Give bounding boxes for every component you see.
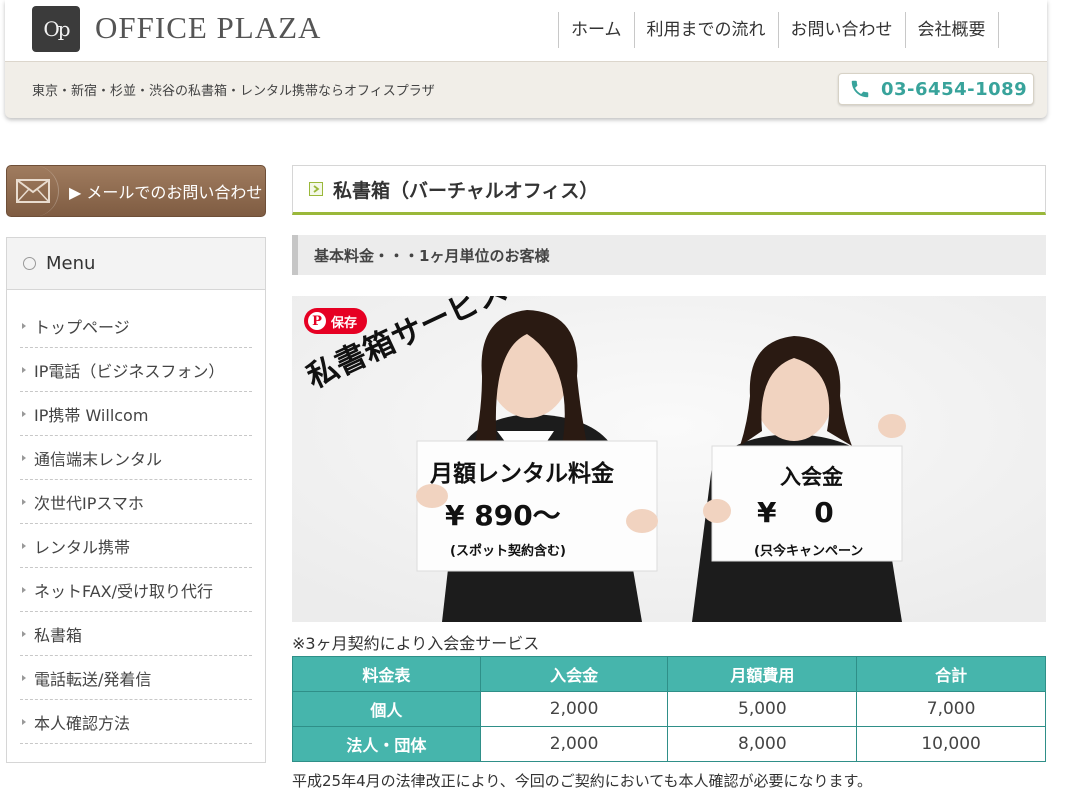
table-header-cell: 入会金 [479,656,669,692]
phone-icon [851,80,869,98]
sidebar-item-label: 本人確認方法 [34,713,131,733]
site-header: Op OFFICE PLAZA ホーム 利用までの流れ お問い合わせ 会社概要 … [5,0,1047,118]
triangle-right-icon [22,542,26,549]
table-header-cell: 料金表 [292,656,481,692]
pinterest-save-label: 保存 [331,315,358,331]
triangle-right-icon [22,586,26,593]
campaign-note: ※3ヶ月契約により入会金サービス [292,634,540,653]
table-cell: 5,000 [667,691,858,727]
sidebar-item-top[interactable]: トップページ [20,304,252,348]
sidebar-item-label: IP携帯 Willcom [34,405,149,425]
circle-icon [23,257,36,270]
table-row: 法人・団体 2,000 8,000 10,000 [292,726,1046,762]
header-top-bar: Op OFFICE PLAZA ホーム 利用までの流れ お問い合わせ 会社概要 [5,0,1047,62]
legal-notice-text: 平成25年4月の法律改正により、今回のご契約においても本人確認が必要になります。 [292,772,873,790]
menu-header: Menu [7,238,265,290]
sidebar-item-label: レンタル携帯 [34,537,131,557]
table-row-header: 法人・団体 [292,726,481,762]
logo-text[interactable]: OFFICE PLAZA [95,10,321,46]
sidebar-item-label: ネットFAX/受け取り代行 [34,581,214,601]
logo-mark[interactable]: Op [32,6,80,52]
nav-flow[interactable]: 利用までの流れ [633,12,778,48]
page-title-bar: 私書箱（バーチャルオフィス） [292,165,1046,215]
pinterest-icon: P [308,312,326,330]
table-row: 個人 2,000 5,000 7,000 [292,691,1046,727]
table-header-cell: 合計 [856,656,1046,692]
nav-home[interactable]: ホーム [558,12,634,48]
triangle-right-icon [22,322,26,329]
sidebar-menu: Menu トップページ IP電話（ビジネスフォン） IP携帯 Willcom 通… [6,237,266,763]
sign2-price: ¥ 0 [757,496,834,529]
sidebar-item-label: IP電話（ビジネスフォン） [34,361,225,381]
sign1-note: (スポット契約含む) [450,544,566,559]
table-cell: 8,000 [667,726,858,762]
sidebar-item-net-fax[interactable]: ネットFAX/受け取り代行 [20,568,252,612]
sidebar-item-po-box[interactable]: 私書箱 [20,612,252,656]
triangle-right-icon [22,674,26,681]
sign2-title: 入会金 [780,465,843,489]
table-cell: 2,000 [479,726,669,762]
sidebar-item-ip-mobile[interactable]: IP携帯 Willcom [20,392,252,436]
chevron-right-icon [309,182,323,196]
table-cell: 2,000 [479,691,669,727]
phone-number-box[interactable]: 03-6454-1089 [838,73,1034,105]
global-nav: ホーム 利用までの流れ お問い合わせ 会社概要 [558,12,999,48]
sign1-title: 月額レンタル料金 [430,461,614,487]
sidebar-item-label: 通信端末レンタル [34,449,163,469]
sidebar-item-device-rental[interactable]: 通信端末レンタル [20,436,252,480]
triangle-right-icon [22,498,26,505]
sidebar-item-label: 電話転送/発着信 [34,669,152,689]
table-cell: 10,000 [856,726,1046,762]
sidebar-item-label: 次世代IPスマホ [34,493,144,513]
sign1-price: ¥ 890～ [445,499,561,532]
triangle-right-icon [22,718,26,725]
menu-title: Menu [46,253,96,274]
table-cell: 7,000 [856,691,1046,727]
section-subtitle: 基本料金・・・1ヶ月単位のお客様 [292,235,1046,275]
service-banner-image: P 保存 私書箱サービス 月額レンタル料金 ¥ 890～ (スポット契約含む) … [292,296,1046,622]
mail-inquiry-button[interactable]: ▶ メールでのお問い合わせ [6,165,266,217]
table-header-row: 料金表 入会金 月額費用 合計 [292,656,1046,692]
logo-mark-text: Op [43,17,70,41]
nav-contact[interactable]: お問い合わせ [777,12,905,48]
sidebar-item-ip-phone[interactable]: IP電話（ビジネスフォン） [20,348,252,392]
envelope-icon [7,166,59,216]
price-table: 料金表 入会金 月額費用 合計 個人 2,000 5,000 7,000 法人・… [292,656,1046,762]
menu-list: トップページ IP電話（ビジネスフォン） IP携帯 Willcom 通信端末レン… [7,290,265,744]
sidebar-item-identity-check[interactable]: 本人確認方法 [20,700,252,744]
sign2-note: (只今キャンペーン [754,544,864,559]
triangle-right-icon [22,630,26,637]
sidebar-item-label: トップページ [34,317,130,337]
triangle-right-icon [22,366,26,373]
triangle-right-icon [22,454,26,461]
sidebar-item-label: 私書箱 [34,625,83,645]
sidebar-item-ip-smartphone[interactable]: 次世代IPスマホ [20,480,252,524]
sidebar-item-rental-mobile[interactable]: レンタル携帯 [20,524,252,568]
sidebar-item-call-forwarding[interactable]: 電話転送/発着信 [20,656,252,700]
table-row-header: 個人 [292,691,481,727]
page-title: 私書箱（バーチャルオフィス） [333,179,599,202]
phone-number: 03-6454-1089 [881,78,1028,100]
site-tagline: 東京・新宿・杉並・渋谷の私書箱・レンタル携帯ならオフィスプラザ [32,84,435,99]
nav-company[interactable]: 会社概要 [904,12,999,48]
triangle-right-icon [22,410,26,417]
table-header-cell: 月額費用 [667,656,858,692]
mail-inquiry-label: ▶ メールでのお問い合わせ [69,183,263,202]
